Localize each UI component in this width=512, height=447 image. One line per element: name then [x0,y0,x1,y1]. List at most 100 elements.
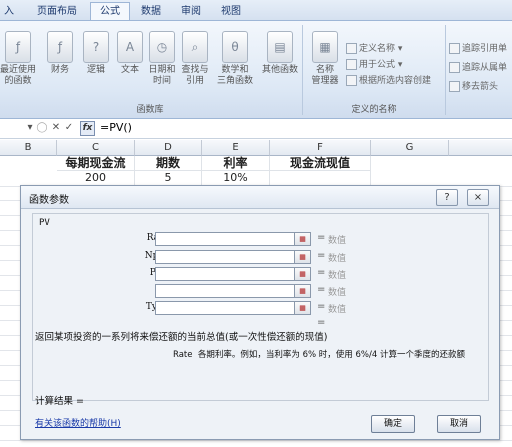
cancel-formula-icon[interactable]: ✕ [50,122,62,134]
create-from-selection-icon [346,75,357,86]
cell-f2[interactable] [270,171,371,186]
ribbon-separator [302,25,303,115]
cell-e1[interactable]: 利率 [202,156,270,171]
recent-functions-button[interactable]: ƒ 最近使用 的函数 [0,21,36,87]
pmt-equals: = [317,267,326,278]
remove-arrows-button[interactable]: 移去箭头 [449,81,498,93]
tab-review[interactable]: 审阅 [176,3,206,20]
use-in-formula-button[interactable]: 用于公式 ▾ [346,59,402,71]
parameter-description: Rate 各期利率。例如，当利率为 6% 时，使用 6%/4 计算一个季度的还款… [173,348,465,360]
cell-f1[interactable]: 现金流现值 [270,156,371,171]
insert-function-icon[interactable]: fx [80,121,95,136]
calc-result: 计算结果 = [35,396,84,407]
ribbon-tab-bar: 入 页面布局 公式 数据 审阅 视图 [0,0,512,21]
tab-insert[interactable]: 入 [0,3,18,20]
ribbon: ƒ 最近使用 的函数 ƒ 财务 ? 逻辑 A 文本 ◷ 日期和 时间 ⌕ 查找与… [0,21,512,119]
tab-view[interactable]: 视图 [216,3,246,20]
trace-dependents-button[interactable]: 追踪从属单 [449,62,507,74]
nper-equals: = [317,250,326,261]
type-result: 数值 [328,305,347,315]
rate-input[interactable] [155,232,295,246]
more-functions-icon: ▤ [267,31,293,63]
cancel-button[interactable]: 取消 [437,415,481,433]
column-header-g[interactable]: G [371,140,449,156]
text-functions-button[interactable]: A 文本 [114,21,146,76]
type-input[interactable] [155,301,295,315]
math-trig-button[interactable]: θ 数学和 三角函数 [212,21,258,87]
type-equals: = [317,301,326,312]
logical-button[interactable]: ? 逻辑 [80,21,112,76]
recent-functions-icon: ƒ [5,31,31,63]
financial-button[interactable]: ƒ 财务 [44,21,76,76]
pmt-collapse-icon[interactable]: ▦ [294,267,311,281]
fv-input[interactable] [155,284,295,298]
function-arguments-dialog: 函数参数 ? × PV Rate ▦ = 数值 Nper ▦ = 数值 Pmt … [20,185,500,440]
enter-formula-icon[interactable]: ✓ [63,122,75,134]
create-from-selection-button[interactable]: 根据所选内容创建 [346,75,431,87]
cell-d2[interactable]: 5 [135,171,202,186]
nper-input[interactable] [155,250,295,264]
column-header-e[interactable]: E [202,140,270,156]
cell-c2[interactable]: 200 [57,171,135,186]
tab-formulas[interactable]: 公式 [90,2,130,20]
defined-names-label: 定义的名称 [351,105,397,115]
dialog-title-bar[interactable]: 函数参数 ? × [21,186,499,209]
formula-bar: ▾ ◯ ✕ ✓ fx =PV() [0,119,512,139]
cell-d1[interactable]: 期数 [135,156,202,171]
function-library-label: 函数库 [136,105,164,115]
date-time-icon: ◷ [149,31,175,63]
rate-collapse-icon[interactable]: ▦ [294,232,311,246]
pmt-input[interactable] [155,267,295,281]
name-manager-button[interactable]: ▦ 名称 管理器 [306,21,344,87]
parameter-description-text: 各期利率。例如，当利率为 6% 时，使用 6%/4 计算一个季度的还款额 [197,350,465,360]
cell-e2[interactable]: 10% [202,171,270,186]
chevron-down-icon[interactable]: ▾ [24,122,36,134]
column-header-blank [449,140,512,156]
rate-result: 数值 [328,236,347,246]
parameter-description-name: Rate [173,350,193,360]
cell-c1[interactable]: 每期现金流 [57,156,135,171]
formula-text[interactable]: =PV() [100,121,132,134]
column-header-d[interactable]: D [135,140,202,156]
fv-collapse-icon[interactable]: ▦ [294,284,311,298]
column-header-b[interactable]: B [0,140,57,156]
trace-precedents-button[interactable]: 追踪引用单 [449,43,507,55]
column-header-f[interactable]: F [270,140,371,156]
function-name: PV [39,218,50,228]
fv-equals: = [317,284,326,295]
dialog-close-button[interactable]: × [467,189,489,206]
fv-result: 数值 [328,288,347,298]
tab-page-layout[interactable]: 页面布局 [30,3,84,20]
trace-precedents-icon [449,43,460,54]
function-description: 返回某项投资的一系列将来偿还额的当前总值(或一次性偿还额的现值) [35,332,328,343]
dialog-help-button[interactable]: ? [436,189,458,206]
tab-data[interactable]: 数据 [136,3,166,20]
help-link[interactable]: 有关该函数的帮助(H) [35,416,121,429]
math-trig-icon: θ [222,31,248,63]
name-box-circle-icon: ◯ [36,122,48,133]
logical-icon: ? [83,31,109,63]
nper-result: 数值 [328,254,347,264]
lookup-reference-icon: ⌕ [182,31,208,63]
dialog-title: 函数参数 [29,195,69,206]
pmt-result: 数值 [328,271,347,281]
type-collapse-icon[interactable]: ▦ [294,301,311,315]
financial-icon: ƒ [47,31,73,63]
function-result-equals: = [317,317,326,328]
ribbon-separator [445,25,446,115]
text-functions-icon: A [117,31,143,63]
name-manager-icon: ▦ [312,31,338,63]
use-in-formula-icon [346,59,357,70]
more-functions-button[interactable]: ▤ 其他函数 [258,21,302,76]
grid-line [0,440,512,441]
trace-dependents-icon [449,62,460,73]
nper-collapse-icon[interactable]: ▦ [294,250,311,264]
date-time-button[interactable]: ◷ 日期和 时间 [146,21,178,87]
ok-button[interactable]: 确定 [371,415,415,433]
remove-arrows-icon [449,81,460,92]
column-header-c[interactable]: C [57,140,135,156]
rate-equals: = [317,232,326,243]
lookup-reference-button[interactable]: ⌕ 查找与 引用 [178,21,212,87]
define-name-icon [346,43,357,54]
define-name-button[interactable]: 定义名称 ▾ [346,43,402,55]
